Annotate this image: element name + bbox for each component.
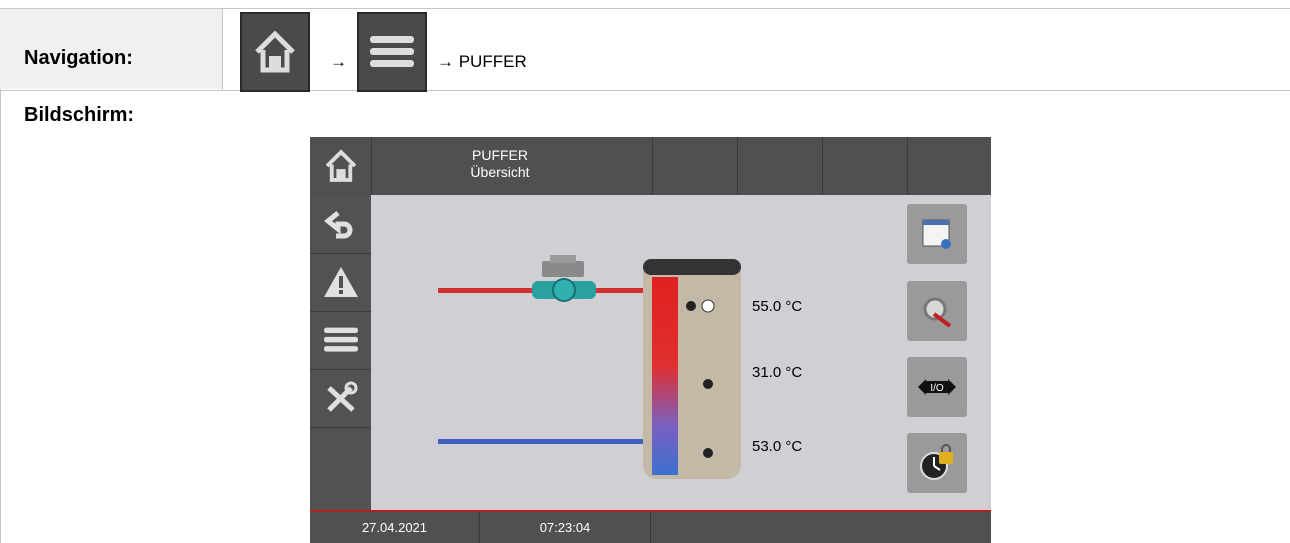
temp-top: 55.0 °C (752, 298, 803, 315)
pump-icon (532, 255, 596, 302)
arrow-puffer: → PUFFER (437, 52, 527, 71)
menu-icon (370, 36, 414, 67)
time-lock-button[interactable] (907, 433, 967, 493)
view-values-icon (922, 219, 951, 249)
svg-text:I/O: I/O (930, 383, 944, 394)
settings-button[interactable] (907, 281, 967, 341)
home-button-image (240, 12, 310, 92)
device-screen: PUFFER Übersicht 55.0 °C 31.0 °C 53.0 °C… (310, 137, 991, 543)
document-table: Navigation: → → PUFFER Bildschirm: PUFFE… (0, 0, 1290, 543)
table-border-col (222, 8, 223, 91)
io-arrows-icon: I/O (918, 379, 956, 395)
home-icon (255, 30, 295, 73)
screen-label: Bildschirm: (24, 104, 135, 126)
table-border-mid (0, 90, 1290, 91)
buffer-tank-icon (643, 259, 741, 479)
hydraulic-diagram (438, 255, 741, 479)
display-values-button[interactable] (907, 204, 967, 264)
navigation-cell: Navigation: (0, 9, 222, 89)
gear-icon (923, 297, 952, 328)
status-bar: 27.04.2021 07:23:04 (310, 510, 991, 543)
arrow-1: → (330, 52, 347, 71)
temp-bottom: 53.0 °C (752, 438, 803, 455)
time-display: 07:23:04 (480, 512, 651, 543)
temp-middle: 31.0 °C (752, 364, 803, 381)
cold-pipe (438, 439, 648, 444)
clock-lock-icon (920, 444, 953, 480)
date-display: 27.04.2021 (310, 512, 480, 543)
navigation-label: Navigation: (24, 47, 133, 69)
menu-button-image (357, 12, 427, 92)
io-button[interactable]: I/O (907, 357, 967, 417)
